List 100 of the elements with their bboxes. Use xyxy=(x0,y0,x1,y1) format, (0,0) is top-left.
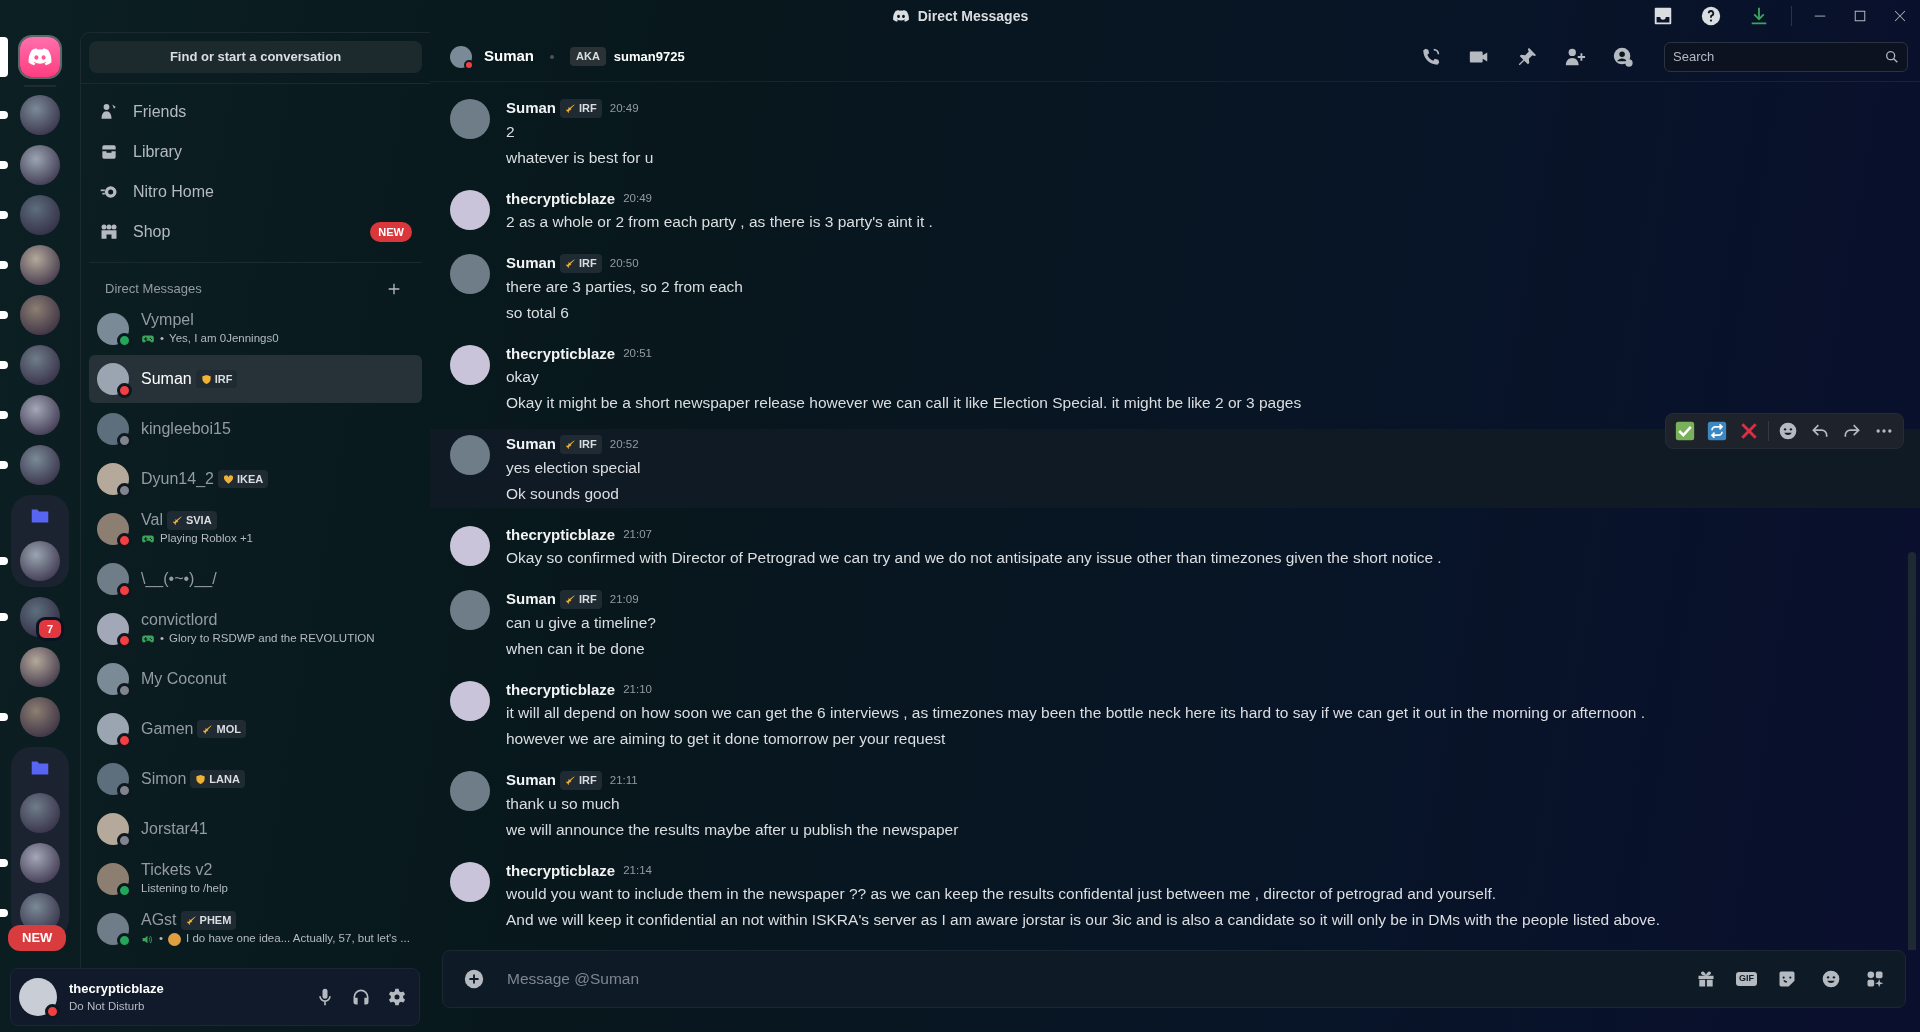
tag-emblem-icon xyxy=(565,774,576,786)
message-text: yes election special xyxy=(506,457,641,478)
server-icon[interactable] xyxy=(20,345,60,385)
avatar xyxy=(450,435,490,475)
emoji-icon[interactable] xyxy=(1821,969,1841,989)
server-icon[interactable] xyxy=(20,245,60,285)
guild-tag: IRF xyxy=(560,99,602,118)
message-text: whatever is best for u xyxy=(506,147,654,168)
server-icon[interactable] xyxy=(20,445,60,485)
dm-item[interactable]: Dyun14_2 IKEA xyxy=(89,455,422,503)
dm-item[interactable]: convictlord • Glory to RSDWP and the REVOLUTION xyxy=(89,605,422,653)
server-icon[interactable] xyxy=(20,395,60,435)
timestamp: 20:52 xyxy=(609,436,639,452)
dm-item[interactable]: kingleeboi15 xyxy=(89,405,422,453)
avatar xyxy=(450,861,490,902)
inbox-icon[interactable] xyxy=(1652,5,1674,27)
author-name: Suman xyxy=(506,589,556,609)
author-name: thecrypticblaze xyxy=(506,679,616,700)
tag-emblem-icon xyxy=(195,773,207,785)
tag-emblem-icon xyxy=(222,473,234,485)
message-text: Ok sounds good xyxy=(506,483,620,504)
avatar xyxy=(450,525,490,566)
status-text: Do Not Disturb xyxy=(69,999,146,1015)
server-icon[interactable] xyxy=(20,295,60,335)
message-text: thank u so much xyxy=(506,793,621,814)
headphones-icon[interactable] xyxy=(351,987,371,1007)
server-icon[interactable] xyxy=(20,541,60,581)
tag-emblem-icon xyxy=(565,102,576,114)
mention-badge: 7 xyxy=(36,617,64,641)
contact-name: Simon xyxy=(141,769,187,789)
help-icon[interactable] xyxy=(1700,5,1722,27)
author-name: thecrypticblaze xyxy=(506,188,616,209)
server-icon[interactable] xyxy=(20,843,60,883)
avatar xyxy=(450,189,490,230)
profile-icon[interactable] xyxy=(1612,45,1634,68)
author-name: thecrypticblaze xyxy=(506,860,616,881)
dm-item[interactable]: Simon LANA xyxy=(89,755,422,803)
add-icon[interactable] xyxy=(463,968,485,990)
server-icon[interactable] xyxy=(20,647,60,687)
dm-item[interactable]: Val SVIA Playing Roblox +1 xyxy=(89,505,422,553)
guild-tag: PHEM xyxy=(180,911,237,930)
username: suman9725 xyxy=(613,47,685,66)
chat-title: Suman xyxy=(484,46,534,67)
cross-icon[interactable] xyxy=(1739,421,1759,441)
avatar xyxy=(450,680,490,721)
contact-name: \__(•~•)__/ xyxy=(141,569,217,589)
server-icon[interactable] xyxy=(20,95,60,135)
nav-item[interactable]: Library xyxy=(89,132,422,172)
avatar xyxy=(450,590,490,630)
dm-item[interactable]: AGst PHEM • I do have one idea... Actually, 57, but let's ... xyxy=(89,905,422,953)
tag-emblem-icon xyxy=(202,723,214,735)
contact-name: Jorstar41 xyxy=(141,819,208,839)
scrollbar[interactable] xyxy=(1908,552,1916,950)
check-icon[interactable] xyxy=(1675,421,1695,441)
guild-tag: IRF xyxy=(560,771,602,790)
server-icon[interactable] xyxy=(20,195,60,235)
gif-button[interactable]: GIF xyxy=(1736,972,1757,986)
timestamp: 21:07 xyxy=(623,527,652,543)
emoji-icon[interactable] xyxy=(1778,421,1798,441)
plus-icon[interactable] xyxy=(386,281,402,297)
message-composer[interactable]: Message @Suman GIF xyxy=(442,950,1906,1008)
separator-dot: • xyxy=(160,631,165,647)
gift-icon[interactable] xyxy=(1696,969,1716,989)
dm-item[interactable]: Jorstar41 xyxy=(89,805,422,853)
sticker-icon[interactable] xyxy=(1777,969,1797,989)
window-title: Direct Messages xyxy=(917,6,1029,26)
server-icon[interactable] xyxy=(20,145,60,185)
dm-item[interactable]: Gamen MOL xyxy=(89,705,422,753)
contact-name: Suman xyxy=(141,369,192,389)
avatar xyxy=(450,344,490,385)
nav-item[interactable]: Shop NEW xyxy=(89,212,422,252)
repeat-icon[interactable] xyxy=(1707,421,1727,441)
dm-item[interactable]: Tickets v2 Listening to /help xyxy=(89,855,422,903)
home-button[interactable] xyxy=(20,37,60,77)
apps-icon[interactable] xyxy=(1865,969,1885,989)
dm-item[interactable]: Suman IRF xyxy=(89,355,422,403)
shop-icon xyxy=(99,222,119,242)
author-name: thecrypticblaze xyxy=(506,343,616,364)
pin-icon[interactable] xyxy=(1516,45,1538,68)
tag-emblem-icon xyxy=(565,593,576,605)
message-text: we will announce the results maybe after u publish the newspaper xyxy=(506,819,959,840)
dm-item[interactable]: \__(•~•)__/ xyxy=(89,555,422,603)
new-unreads-toast[interactable]: NEW xyxy=(8,925,67,951)
contact-name: AGst xyxy=(141,910,177,931)
find-conversation-button[interactable]: Find or start a conversation xyxy=(89,41,422,73)
message-input[interactable]: Message @Suman xyxy=(505,966,1676,992)
guild-tag: IRF xyxy=(560,590,602,609)
timestamp: 20:49 xyxy=(609,100,639,116)
tag-emblem-icon xyxy=(565,257,576,269)
message-text: so total 6 xyxy=(506,302,570,323)
dm-item[interactable]: Vympel • Yes, I am 0Jennings0 xyxy=(89,305,422,353)
nav-item[interactable]: Nitro Home xyxy=(89,172,422,212)
server-icon[interactable] xyxy=(20,697,60,737)
nav-item[interactable]: Friends xyxy=(89,92,422,132)
settings-icon[interactable] xyxy=(387,987,407,1007)
message-text: 2 xyxy=(506,121,516,142)
server-icon[interactable] xyxy=(20,793,60,833)
dm-item[interactable]: My Coconut xyxy=(89,655,422,703)
message-text: would you want to include them in the newspaper ?? as we can keep the results confidental just between me , director of petrograd and yourself. xyxy=(506,884,1497,904)
search-field[interactable]: Search xyxy=(1664,41,1908,72)
